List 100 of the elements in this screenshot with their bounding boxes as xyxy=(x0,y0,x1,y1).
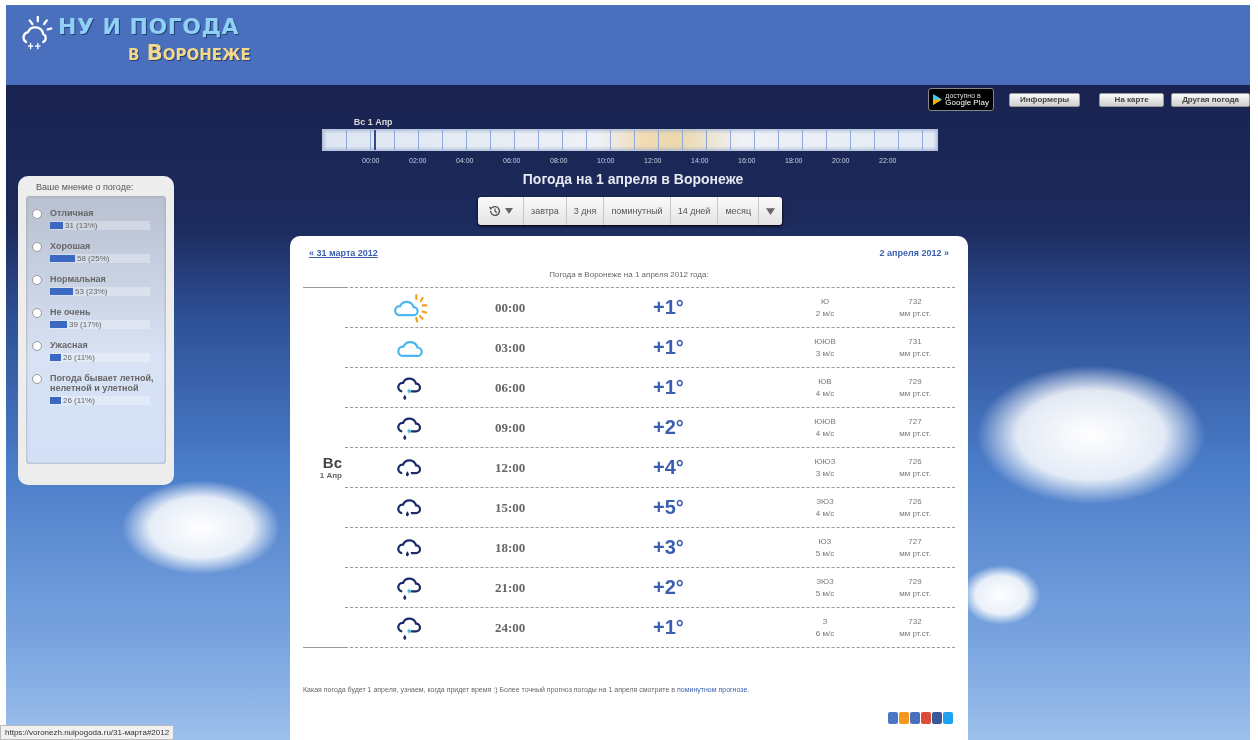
result-count: 26 (11%) xyxy=(63,353,95,362)
radio-button[interactable] xyxy=(32,275,42,285)
result-count: 26 (11%) xyxy=(63,396,95,405)
share-icon[interactable] xyxy=(932,712,942,724)
pressure-value: 727 xyxy=(908,415,922,428)
timeline-marker[interactable] xyxy=(373,130,376,150)
pressure-value: 729 xyxy=(908,575,922,588)
forecast-time: 09:00 xyxy=(494,419,527,436)
wind-direction: ЮЗ xyxy=(818,535,832,548)
temperature: +3° xyxy=(652,536,685,559)
temperature: +1° xyxy=(652,296,685,319)
weekday-label: Вс xyxy=(322,455,342,471)
period-tab[interactable]: 3 дня xyxy=(566,197,605,225)
wind-direction: ЗЮЗ xyxy=(816,575,834,588)
previous-day-link[interactable]: « 31 марта 2012 xyxy=(309,248,378,258)
wind-speed: 4 м/с xyxy=(815,427,835,440)
share-icon[interactable] xyxy=(888,712,898,724)
nav-button[interactable]: Информеры xyxy=(1008,92,1081,107)
radio-button[interactable] xyxy=(32,341,42,351)
poll-option-label[interactable]: Ужасная xyxy=(50,340,150,350)
wind-speed: 6 м/с xyxy=(815,627,835,640)
result-count: 58 (25%) xyxy=(77,254,110,263)
temperature: +2° xyxy=(652,416,685,439)
timeline-track[interactable] xyxy=(322,129,938,151)
poll-title: Ваше мнение о погоде: xyxy=(36,182,135,192)
pressure-unit: мм рт.ст. xyxy=(899,387,931,400)
poll-option-label[interactable]: Хорошая xyxy=(50,241,150,251)
period-tab[interactable]: месяц xyxy=(718,197,760,225)
pressure-unit: мм рт.ст. xyxy=(899,467,931,480)
caret-icon xyxy=(505,208,513,214)
pressure-value: 732 xyxy=(908,295,922,308)
wind-direction: ЮЮВ xyxy=(814,415,836,428)
result-count: 31 (13%) xyxy=(65,221,98,230)
forecast-caption: Погода в Воронеже на 1 апреля 2012 года: xyxy=(548,270,710,279)
share-icon[interactable] xyxy=(899,712,909,724)
pressure-value: 726 xyxy=(908,495,922,508)
poll-option-label[interactable]: Погода бывает летной, нелетной и улетной xyxy=(50,373,160,393)
pressure-unit: мм рт.ст. xyxy=(899,587,931,600)
pressure-value: 726 xyxy=(908,455,922,468)
history-icon xyxy=(488,204,502,218)
radio-button[interactable] xyxy=(32,308,42,318)
wind-speed: 4 м/с xyxy=(815,507,835,520)
radio-button[interactable] xyxy=(32,374,42,384)
radio-button[interactable] xyxy=(32,209,42,219)
temperature: +1° xyxy=(652,336,685,359)
wind-speed: 4 м/с xyxy=(815,387,835,400)
wind-direction: ЮВ xyxy=(818,375,832,388)
wind-direction: ЗЮЗ xyxy=(816,495,834,508)
radio-button[interactable] xyxy=(32,242,42,252)
share-icon[interactable] xyxy=(910,712,920,724)
forecast-time: 15:00 xyxy=(494,499,527,516)
pressure-value: 731 xyxy=(908,335,922,348)
pressure-value: 727 xyxy=(908,535,922,548)
logo-subtitle[interactable]: в Воронеже xyxy=(128,41,251,65)
wind-speed: 5 м/с xyxy=(815,547,835,560)
period-tab[interactable]: поминутный xyxy=(604,197,671,225)
share-icon[interactable] xyxy=(943,712,953,724)
forecast-time: 24:00 xyxy=(494,619,527,636)
share-icon[interactable] xyxy=(921,712,931,724)
poll-option-label[interactable]: Отличная xyxy=(50,208,150,218)
forecast-time: 18:00 xyxy=(494,539,527,556)
temperature: +2° xyxy=(652,576,685,599)
pressure-unit: мм рт.ст. xyxy=(899,307,931,320)
poll-option-label[interactable]: Не очень xyxy=(50,307,150,317)
nav-button[interactable]: Другая погода xyxy=(1171,92,1250,107)
period-tab[interactable]: 14 дней xyxy=(670,197,719,225)
play-icon xyxy=(933,94,943,105)
wind-speed: 5 м/с xyxy=(815,587,835,600)
forecast-time: 06:00 xyxy=(494,379,527,396)
temperature: +1° xyxy=(652,376,685,399)
forecast-time: 03:00 xyxy=(494,339,527,356)
date-label: Вс 1 Апр xyxy=(353,117,393,127)
wind-speed: 2 м/с xyxy=(815,307,835,320)
wind-direction: ЮЮЗ xyxy=(814,455,836,468)
status-bar-url: https://voronezh.nuipogoda.ru/31-марта#2012 xyxy=(0,725,175,740)
pressure-unit: мм рт.ст. xyxy=(899,547,931,560)
result-count: 53 (23%) xyxy=(75,287,108,296)
temperature: +5° xyxy=(652,496,685,519)
forecast-time: 21:00 xyxy=(494,579,527,596)
wind-speed: 3 м/с xyxy=(815,347,835,360)
forecast-time: 12:00 xyxy=(494,459,527,476)
pressure-value: 732 xyxy=(908,615,922,628)
temperature: +4° xyxy=(652,456,685,479)
period-tab[interactable]: завтра xyxy=(524,197,567,225)
poll-option-label[interactable]: Нормальная xyxy=(50,274,150,284)
pressure-unit: мм рт.ст. xyxy=(899,427,931,440)
temperature: +1° xyxy=(652,616,685,639)
nav-button[interactable]: На карте xyxy=(1099,92,1165,107)
wind-direction: ЮЮВ xyxy=(814,335,836,348)
forecast-time: 00:00 xyxy=(494,299,527,316)
next-day-link[interactable]: 2 апреля 2012 » xyxy=(879,248,949,258)
pressure-unit: мм рт.ст. xyxy=(899,627,931,640)
wind-speed: 3 м/с xyxy=(815,467,835,480)
result-count: 39 (17%) xyxy=(69,320,102,329)
pressure-unit: мм рт.ст. xyxy=(899,347,931,360)
badge-title: Google Play xyxy=(945,99,989,107)
wind-direction: Ю xyxy=(820,295,830,308)
caret-icon xyxy=(766,207,776,215)
wind-direction: З xyxy=(822,615,828,628)
date-label: 1 Апр xyxy=(319,471,342,480)
